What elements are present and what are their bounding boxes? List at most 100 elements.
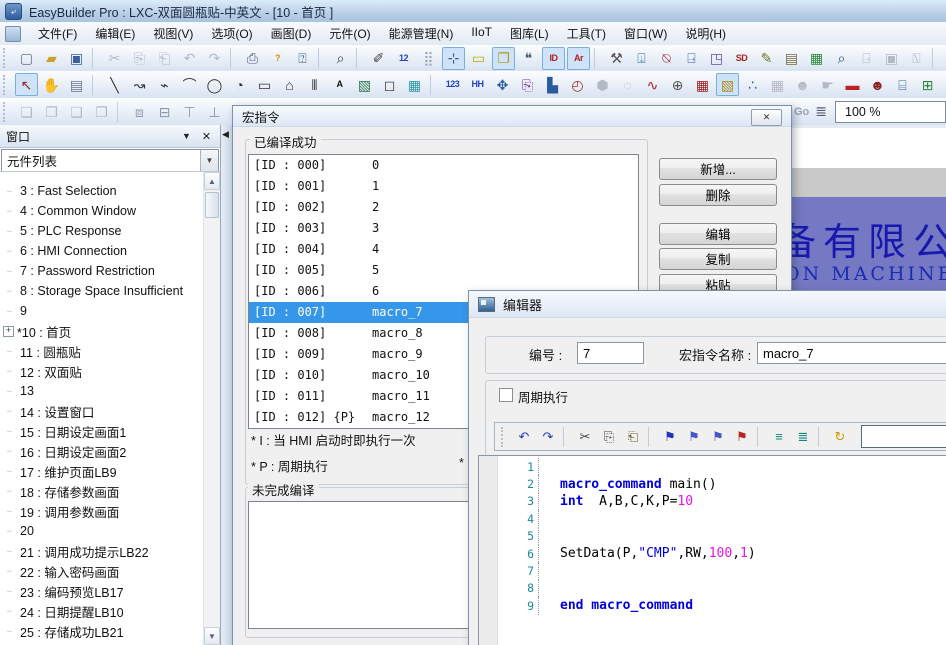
window-list-item[interactable]: ┄9 [0,301,220,321]
window-list-item[interactable]: ┄5 : PLC Response [0,221,220,241]
address-viewer-icon[interactable]: ⌕ [830,47,853,70]
bar-lite-icon[interactable]: ▬ [841,73,864,96]
object-list-select[interactable]: 元件列表 ▼ [1,149,219,172]
menu-object[interactable]: 元件(O) [320,22,379,45]
edit-macro-button[interactable]: 编辑 [659,223,777,245]
scroll-thumb[interactable] [205,192,219,218]
macro-list-row[interactable]: [ID : 005]5 [249,260,638,281]
window-list-item[interactable]: ┄18 : 存储参数画面 [0,481,220,501]
zoom-select[interactable]: 100 % [835,101,946,123]
menu-energy[interactable]: 能源管理(N) [380,22,463,45]
panel-close-icon[interactable]: ✕ [199,130,214,143]
operator-gray-icon[interactable]: ☻ [791,73,814,96]
csv-icon[interactable]: ▤ [780,47,803,70]
data-block-icon[interactable]: ▦ [766,73,789,96]
layers-icon[interactable]: ≣ [815,103,827,120]
paste-icon[interactable]: ⎗ [622,426,644,448]
print-icon[interactable]: ⎙ [241,47,264,70]
window-list-item[interactable]: ┄3 : Fast Selection [0,181,220,201]
picture-view-icon[interactable]: ▧ [716,73,739,96]
window-list-item[interactable]: ┄15 : 日期设定画面1 [0,421,220,441]
window-list-item[interactable]: ┄24 : 日期提醒LB10 [0,601,220,621]
text-icon[interactable]: A [328,73,351,96]
window-list-item[interactable]: ┄23 : 编码预览LB17 [0,581,220,601]
window-list-item[interactable]: ┄25 : 存储成功LB21 [0,621,220,641]
code-line[interactable]: 9end macro_command [497,597,946,614]
macro-list-row[interactable]: [ID : 004]4 [249,239,638,260]
bring-forward-icon[interactable]: ❏ [65,100,88,123]
trend-icon[interactable]: ∿ [641,73,664,96]
snap-icon[interactable]: ⊹ [442,47,465,70]
context-help-icon[interactable]: ⍰ [291,47,314,70]
window-list-item[interactable]: ┄14 : 设置窗口 [0,401,220,421]
arc-icon[interactable]: ⌒ [178,73,201,96]
cut-icon[interactable]: ✂ [574,426,596,448]
redo-icon[interactable]: ↷ [537,426,559,448]
next-bookmark-icon[interactable]: ⚑ [683,426,705,448]
ellipse-icon[interactable]: ◯ [203,73,226,96]
database-icon[interactable]: ≋ [941,73,946,96]
round-shape-icon[interactable]: ◌ [616,73,639,96]
menu-iiot[interactable]: IIoT [462,22,501,45]
document-icon[interactable] [5,26,21,42]
show-ar-icon[interactable]: Ar [567,47,590,70]
window-list-item[interactable]: ┄16 : 日期设定画面2 [0,441,220,461]
menu-view[interactable]: 视图(V) [144,22,202,45]
overlap-windows-icon[interactable]: ❐ [492,47,515,70]
undo-icon[interactable]: ↶ [178,47,201,70]
polyline-icon[interactable]: ⌁ [153,73,176,96]
window-list-item[interactable]: ┄22 : 输入密码画面 [0,561,220,581]
history-table-icon[interactable]: ▦ [691,73,714,96]
editor-titlebar[interactable]: 编辑器 [469,291,946,318]
paste-icon[interactable]: ⎗ [153,47,176,70]
expand-icon[interactable]: + [3,326,14,337]
window-list-item[interactable]: ┄7 : Password Restriction [0,261,220,281]
align-vcenter-icon[interactable]: ⊟ [153,100,176,123]
picture-icon[interactable]: ▧ [353,73,376,96]
send-back-icon[interactable]: ❐ [40,100,63,123]
code-line[interactable]: 1 [497,458,946,475]
window-property-icon[interactable]: ▭ [467,47,490,70]
save-icon[interactable]: ▣ [65,47,88,70]
download-icon[interactable]: ⍗ [630,47,653,70]
scroll-up-icon[interactable]: ▲ [204,172,220,190]
macro-list-row[interactable]: [ID : 002]2 [249,197,638,218]
menu-help[interactable]: 说明(H) [676,22,735,45]
code-line[interactable]: 7 [497,562,946,579]
scroll-down-icon[interactable]: ▼ [204,627,220,645]
window-list-item[interactable]: ┄19 : 调用参数画面 [0,501,220,521]
toggle-switch-icon[interactable]: ⎘ [516,73,539,96]
macro-id-input[interactable] [577,342,644,364]
scatter-icon[interactable]: ∴ [741,73,764,96]
window-list-item[interactable]: ┄26 [0,641,220,645]
pick-icon[interactable]: ☛ [816,73,839,96]
cut-icon[interactable]: ✂ [103,47,126,70]
polygon-icon[interactable]: ⌂ [278,73,301,96]
go-button[interactable]: Go [794,106,809,118]
window-list-item[interactable]: ┄21 : 调用成功提示LB22 [0,541,220,561]
code-line[interactable]: 6SetData(P,"CMP",RW,100,1) [497,545,946,562]
redo-icon[interactable]: ↷ [203,47,226,70]
object-properties-icon[interactable]: ▤ [65,73,88,96]
offline-simulation-icon[interactable]: ⍉ [655,47,678,70]
window-list-item[interactable]: +*10 : 首页 [0,321,220,341]
outdent-icon[interactable]: ≣ [792,426,814,448]
compass-icon[interactable]: ⊕ [666,73,689,96]
menu-option[interactable]: 选项(O) [202,22,261,45]
code-line[interactable]: 8 [497,580,946,597]
macro-icon[interactable]: ✎ [755,47,778,70]
help-icon[interactable]: ? [266,47,289,70]
code-line[interactable]: 2macro_command main() [497,475,946,492]
frame-icon[interactable]: ◻ [378,73,401,96]
scale-icon[interactable]: ⫴ [303,73,326,96]
align-top-icon[interactable]: ⊤ [178,100,201,123]
usb-icon[interactable]: ⍈ [855,47,878,70]
window-list-item[interactable]: ┄13 [0,381,220,401]
indent-icon[interactable]: ≡ [768,426,790,448]
code-line[interactable]: 5 [497,528,946,545]
line-icon[interactable]: ╲ [103,73,126,96]
macro-name-input[interactable] [757,342,946,364]
menu-draw[interactable]: 画图(D) [262,22,321,45]
usb-download-icon[interactable]: ⍈ [680,47,703,70]
add-bookmark-icon[interactable]: ⚑ [659,426,681,448]
